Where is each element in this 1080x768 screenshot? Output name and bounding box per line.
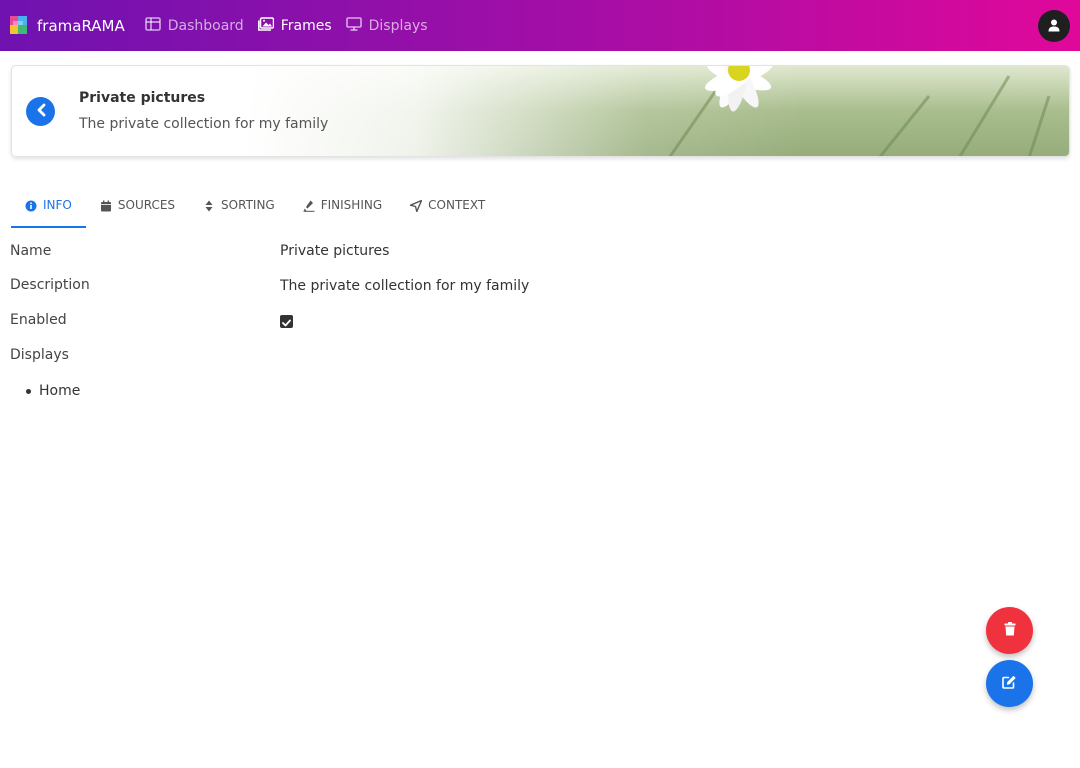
name-value: Private pictures: [280, 243, 390, 259]
tab-finishing-label: FINISHING: [320, 198, 383, 212]
brand-logo-icon: [10, 15, 30, 36]
edit-icon: [1002, 674, 1017, 693]
brush-icon: [303, 198, 315, 215]
header-background-image: [668, 66, 1051, 156]
brand-name: framaRAMA: [37, 16, 125, 35]
top-navbar: framaRAMA Dashboard Frames Displays: [0, 0, 1080, 51]
frame-tabs: INFO SOURCES SORTING FINISHING CONTEXT: [11, 190, 499, 228]
list-item: Home: [26, 383, 80, 399]
chevron-left-icon: [36, 102, 46, 121]
displays-label: Displays: [10, 347, 69, 363]
tab-context[interactable]: CONTEXT: [396, 190, 499, 228]
tab-finishing[interactable]: FINISHING: [289, 190, 396, 228]
check-icon: [282, 312, 291, 331]
nav-dashboard-label: Dashboard: [167, 17, 244, 34]
user-menu-button[interactable]: [1038, 10, 1070, 42]
delete-button[interactable]: [986, 607, 1033, 654]
nav-dashboard[interactable]: Dashboard: [144, 16, 244, 35]
tab-sources-label: SOURCES: [117, 198, 176, 212]
user-icon: [1048, 17, 1060, 36]
enabled-checkbox: [280, 315, 293, 328]
description-value: The private collection for my family: [280, 278, 530, 294]
brand[interactable]: framaRAMA: [10, 15, 125, 36]
tab-sources[interactable]: SOURCES: [86, 190, 189, 228]
nav-displays-label: Displays: [368, 17, 428, 34]
name-label: Name: [10, 243, 52, 259]
page-title: Private pictures: [79, 90, 206, 106]
back-button[interactable]: [26, 97, 55, 126]
sort-icon: [203, 198, 215, 215]
edit-button[interactable]: [986, 660, 1033, 707]
tab-sorting[interactable]: SORTING: [189, 190, 289, 228]
display-name: Home: [39, 383, 81, 399]
monitor-icon: [345, 16, 362, 35]
tab-info[interactable]: INFO: [11, 190, 86, 228]
enabled-label: Enabled: [10, 312, 67, 328]
description-label: Description: [10, 277, 90, 293]
tab-sorting-label: SORTING: [221, 198, 275, 212]
tab-info-label: INFO: [43, 198, 72, 212]
trash-icon: [1004, 621, 1016, 640]
frame-header-card: Private pictures The private collection …: [11, 65, 1070, 157]
tab-context-label: CONTEXT: [428, 198, 486, 212]
bullet: [26, 388, 31, 394]
page-subtitle: The private collection for my family: [79, 116, 329, 132]
images-icon: [257, 16, 274, 35]
location-arrow-icon: [409, 198, 423, 215]
info-icon: [25, 198, 37, 215]
nav-frames[interactable]: Frames: [257, 16, 332, 35]
dashboard-icon: [144, 16, 161, 35]
nav-frames-label: Frames: [280, 17, 332, 34]
calendar-icon: [100, 198, 112, 215]
nav-displays[interactable]: Displays: [345, 16, 428, 35]
